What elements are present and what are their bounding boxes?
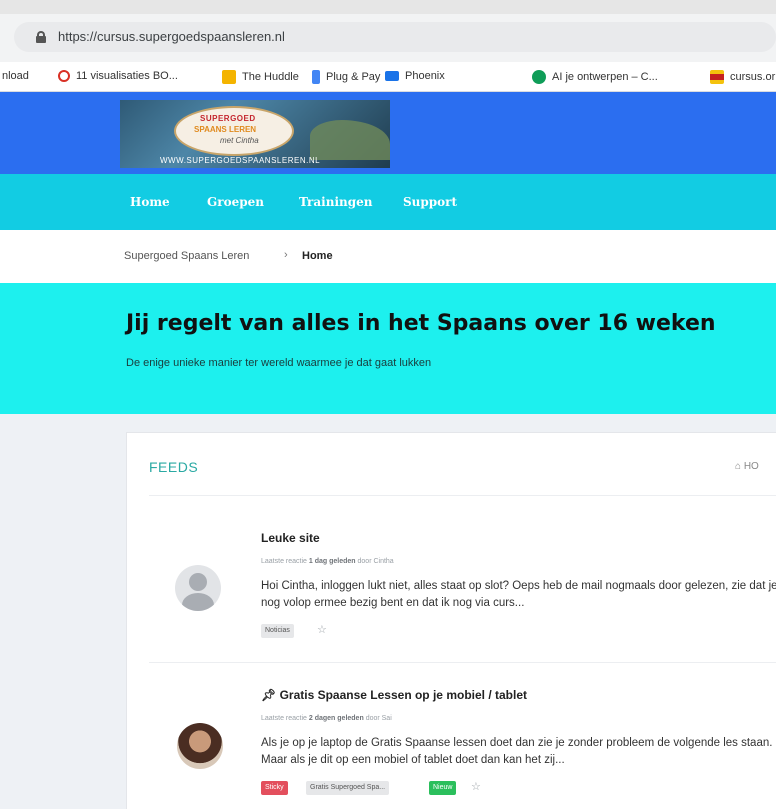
site-logo[interactable]: SUPERGOED SPAANS LEREN met Cintha WWW.SU… <box>120 100 390 168</box>
post-title[interactable]: 📌︎ Gratis Spaanse Lessen op je mobiel / … <box>261 688 527 702</box>
bookmark-label: The Huddle <box>242 71 299 83</box>
tag-label[interactable]: Gratis Supergoed Spa... <box>306 781 390 795</box>
page-title: Jij regelt van alles in het Spaans over … <box>126 311 716 336</box>
bookmark-label: Phoenix <box>405 70 445 82</box>
post-meta-time[interactable]: 1 dag geleden <box>309 558 356 565</box>
bookmark-the-huddle[interactable]: The Huddle <box>222 70 299 84</box>
breadcrumb: Supergoed Spaans Leren › Home <box>0 230 776 283</box>
breadcrumb-separator: › <box>284 249 288 261</box>
star-icon[interactable]: ☆ <box>317 623 327 636</box>
post-title[interactable]: Leuke site <box>261 531 320 545</box>
tag-new[interactable]: Nieuw <box>429 781 457 795</box>
post-meta-time[interactable]: 2 dagen geleden <box>309 715 364 722</box>
home-link[interactable]: ⌂ HO <box>735 461 759 472</box>
phoenix-icon <box>385 71 399 81</box>
huddle-icon <box>222 70 236 84</box>
page-subtitle: De enige unieke manier ter wereld waarme… <box>126 357 432 369</box>
site-header: SUPERGOED SPAANS LEREN met Cintha WWW.SU… <box>0 92 776 174</box>
plug-icon <box>312 70 320 84</box>
pin-icon: 📌︎ <box>261 688 277 702</box>
breadcrumb-current: Home <box>302 250 333 262</box>
logo-url: WWW.SUPERGOEDSPAANSLEREN.NL <box>160 156 321 165</box>
divider <box>149 662 776 663</box>
post-meta-author[interactable]: door Cintha <box>358 558 394 565</box>
post-excerpt: Als je op je laptop de Gratis Spaanse le… <box>261 737 773 766</box>
tag-sticky[interactable]: Sticky <box>261 781 288 795</box>
bookmark-label: cursus.or <box>730 71 776 83</box>
nav-support[interactable]: Support <box>403 195 457 209</box>
browser-tab-strip <box>0 0 776 14</box>
canva-icon <box>532 70 546 84</box>
bookmark-label: Plug & Pay <box>326 71 381 83</box>
url-field[interactable]: https://cursus.supergoedspaansleren.nl <box>14 22 776 52</box>
lock-icon[interactable] <box>36 31 46 43</box>
bookmark-label: AI je ontwerpen – C... <box>552 71 658 83</box>
avatar[interactable] <box>177 723 223 769</box>
post-title-text[interactable]: Gratis Spaanse Lessen op je mobiel / tab… <box>280 688 527 702</box>
post-meta-prefix: Laatste reactie <box>261 558 307 565</box>
bookmarks-bar: nload 11 visualisaties BO... The Huddle … <box>0 62 776 92</box>
post-meta-prefix: Laatste reactie <box>261 715 307 722</box>
spain-flag-icon <box>710 70 724 84</box>
bookmark-label: nload <box>2 70 29 82</box>
bookmark-ai-ontwerpen[interactable]: AI je ontwerpen – C... <box>532 70 658 84</box>
avatar[interactable] <box>175 565 221 611</box>
star-icon[interactable]: ☆ <box>471 780 481 793</box>
feeds-title: FEEDS <box>149 459 199 475</box>
nav-home[interactable]: Home <box>130 195 170 209</box>
feeds-card: FEEDS ⌂ HO Leuke site Laatste reactie 1 … <box>126 432 776 809</box>
bookmark-visualisaties[interactable]: 11 visualisaties BO... <box>58 70 178 82</box>
tag-label[interactable]: Noticias <box>261 624 294 638</box>
main-navigation: Home Groepen Trainingen Support <box>0 174 776 230</box>
nav-trainingen[interactable]: Trainingen <box>299 195 372 209</box>
post-meta-author[interactable]: door Sai <box>366 715 392 722</box>
address-bar: https://cursus.supergoedspaansleren.nl <box>0 14 776 62</box>
breadcrumb-parent[interactable]: Supergoed Spaans Leren <box>124 250 249 262</box>
post-meta: Laatste reactie 1 dag geleden door Cinth… <box>261 558 394 565</box>
bookmark-cursus[interactable]: cursus.or <box>710 70 775 84</box>
hero-banner: Jij regelt van alles in het Spaans over … <box>0 283 776 414</box>
heart-icon <box>58 70 70 82</box>
divider <box>149 495 776 496</box>
post-excerpt: Hoi Cintha, inloggen lukt niet, alles st… <box>261 580 776 609</box>
logo-text-line2: SPAANS LEREN <box>194 125 257 134</box>
post-meta: Laatste reactie 2 dagen geleden door Sai <box>261 715 392 722</box>
url-text[interactable]: https://cursus.supergoedspaansleren.nl <box>58 29 285 44</box>
bookmark-download[interactable]: nload <box>2 70 29 82</box>
logo-text-line1: SUPERGOED <box>200 114 256 123</box>
bookmark-phoenix[interactable]: Phoenix <box>385 70 445 82</box>
logo-text-line3: met Cintha <box>220 136 259 145</box>
bookmark-plug-pay[interactable]: Plug & Pay <box>312 70 380 84</box>
bookmark-label: 11 visualisaties BO... <box>76 70 178 82</box>
nav-groepen[interactable]: Groepen <box>207 195 264 209</box>
